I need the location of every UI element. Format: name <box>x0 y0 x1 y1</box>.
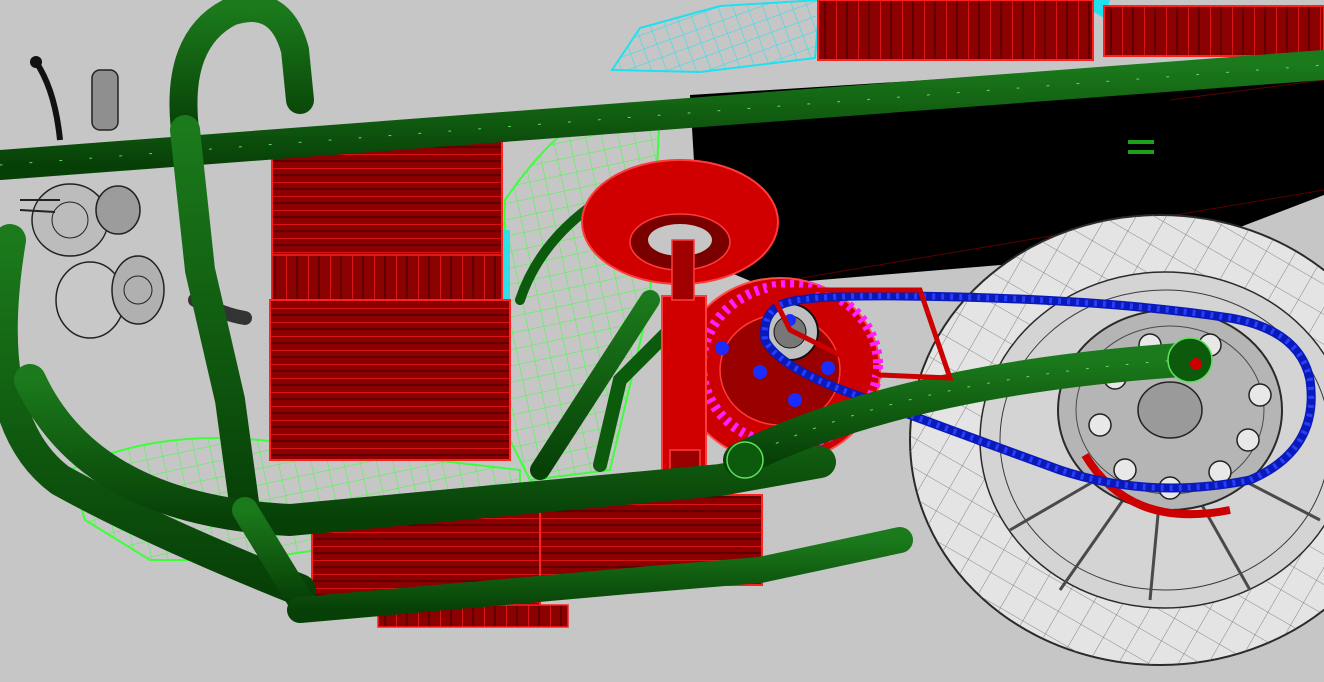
battery-pack-lower-left[interactable] <box>269 299 511 461</box>
cad-3d-viewport[interactable] <box>0 0 1324 682</box>
headlight-cluster[interactable] <box>19 183 165 339</box>
model-scene[interactable] <box>0 0 1324 682</box>
battery-pack-upper-left[interactable] <box>271 139 503 301</box>
battery-pack-top-rear[interactable] <box>817 0 1324 61</box>
